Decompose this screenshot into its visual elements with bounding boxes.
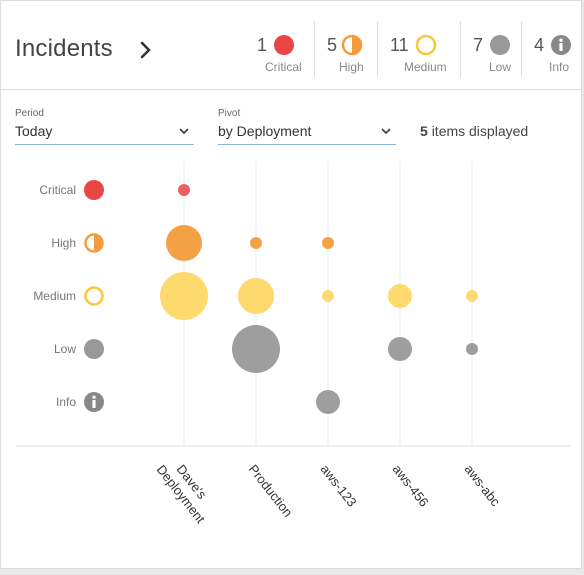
high-icon [84,233,104,253]
bubble-dave-s-deployment-critical[interactable] [178,184,190,196]
category-label-0: Dave'sDeployment [154,452,221,526]
bubble-production-high[interactable] [250,237,262,249]
row-label-critical: Critical [39,183,76,197]
row-label-low: Low [54,342,76,356]
bubble-aws-456-low[interactable] [388,337,412,361]
info-icon [84,392,104,412]
category-label-3: aws-456 [390,462,432,510]
bubble-production-low[interactable] [232,325,280,373]
bubble-dave-s-deployment-high[interactable] [166,225,202,261]
bubble-aws-123-info[interactable] [316,390,340,414]
bubble-production-medium[interactable] [238,278,274,314]
incidents-bubble-chart: Critical High Medium Low Info Dave'sDeploymen… [16,161,571,526]
incidents-card: Incidents 1 Critical 5 High 11 Medium 7 … [0,0,583,569]
bubble-aws-123-high[interactable] [322,237,334,249]
low-icon [84,339,104,359]
row-label-medium: Medium [33,289,76,303]
bubble-aws-abc-medium[interactable] [466,290,478,302]
row-label-high: High [51,236,76,250]
bubble-aws-abc-low[interactable] [466,343,478,355]
critical-icon [84,180,104,200]
category-label-1: Production [246,462,296,520]
bubble-aws-123-medium[interactable] [322,290,334,302]
medium-icon [84,286,104,306]
bubble-dave-s-deployment-medium[interactable] [160,272,208,320]
bubble-aws-456-medium[interactable] [388,284,412,308]
category-label-4: aws-abc [462,462,504,510]
row-label-info: Info [56,395,76,409]
category-label-2: aws-123 [318,462,360,510]
